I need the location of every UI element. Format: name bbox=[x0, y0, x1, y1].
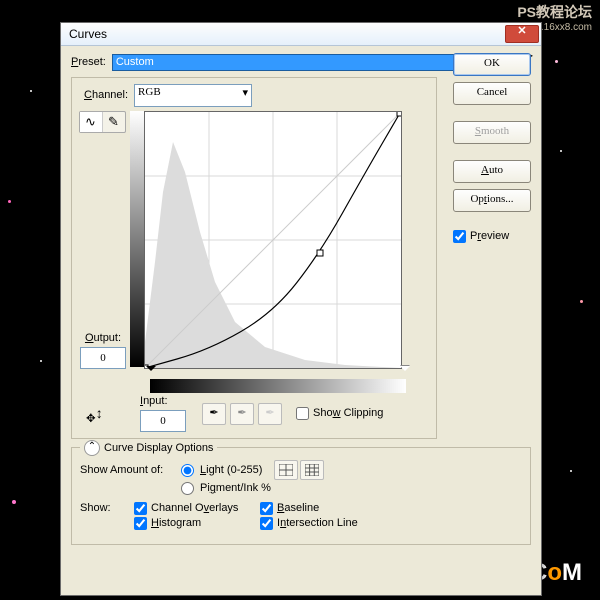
curve-panel: Channel: RGB▾ ∿ ✎ Output: bbox=[71, 77, 437, 439]
output-label: Output: bbox=[85, 332, 121, 345]
input-label: Input: bbox=[140, 395, 186, 408]
ok-button[interactable]: OK bbox=[453, 53, 531, 76]
curves-graph[interactable] bbox=[144, 111, 402, 369]
target-adjust-icon[interactable]: ✥↕ bbox=[86, 405, 104, 423]
channel-dropdown[interactable]: RGB▾ bbox=[134, 84, 252, 107]
curve-handle[interactable] bbox=[397, 112, 401, 116]
show-label: Show: bbox=[80, 502, 128, 515]
grid-fine-icon[interactable] bbox=[300, 460, 324, 480]
button-column: OK Cancel Smooth Auto Options... Preview bbox=[453, 53, 531, 243]
options-button[interactable]: Options... bbox=[453, 189, 531, 212]
pencil-tool-icon[interactable]: ✎ bbox=[103, 112, 125, 132]
curve-tool-icon[interactable]: ∿ bbox=[80, 112, 103, 132]
curve-display-label: Curve Display Options bbox=[104, 442, 213, 455]
slider-track bbox=[150, 369, 406, 377]
titlebar[interactable]: Curves ✕ bbox=[61, 23, 541, 46]
show-amount-label: Show Amount of: bbox=[80, 464, 175, 477]
output-gradient bbox=[130, 111, 144, 367]
eyedropper-black-icon[interactable]: ✒ bbox=[202, 403, 226, 425]
collapse-icon[interactable]: ⌃ bbox=[84, 440, 100, 456]
eyedropper-white-icon[interactable]: ✒ bbox=[258, 403, 282, 425]
curve-handle[interactable] bbox=[317, 250, 323, 256]
black-point-slider[interactable] bbox=[146, 366, 156, 376]
intersection-checkbox[interactable]: Intersection Line bbox=[260, 517, 358, 530]
input-field[interactable] bbox=[140, 410, 186, 432]
auto-button[interactable]: Auto bbox=[453, 160, 531, 183]
grid-coarse-icon[interactable] bbox=[274, 460, 298, 480]
baseline-checkbox[interactable]: Baseline bbox=[260, 502, 319, 515]
cancel-button[interactable]: Cancel bbox=[453, 82, 531, 105]
channel-overlays-checkbox[interactable]: Channel Overlays bbox=[134, 502, 254, 515]
channel-label: Channel: bbox=[84, 89, 128, 102]
input-gradient bbox=[150, 379, 406, 393]
preset-dropdown[interactable]: Custom▾ bbox=[112, 54, 509, 71]
curve-display-options: ⌃ Curve Display Options Show Amount of: … bbox=[71, 447, 531, 545]
smooth-button[interactable]: Smooth bbox=[453, 121, 531, 144]
output-field[interactable] bbox=[80, 347, 126, 369]
curve-tool-group: ∿ ✎ bbox=[79, 111, 126, 133]
preview-checkbox[interactable]: Preview bbox=[453, 230, 531, 243]
light-radio[interactable]: Light (0-255) bbox=[181, 464, 262, 477]
curves-dialog: Curves ✕ Preset: Custom▾ Channel: RGB▾ ∿… bbox=[60, 22, 542, 596]
watermark-text: PS教程论坛 bbox=[517, 4, 592, 21]
eyedropper-gray-icon[interactable]: ✒ bbox=[230, 403, 254, 425]
close-button[interactable]: ✕ bbox=[505, 25, 539, 43]
dialog-title: Curves bbox=[69, 27, 505, 41]
pigment-radio[interactable]: Pigment/Ink % bbox=[181, 482, 271, 495]
histogram-checkbox[interactable]: Histogram bbox=[134, 517, 254, 530]
show-clipping-checkbox[interactable]: Show Clipping bbox=[296, 407, 383, 420]
preset-label: Preset: bbox=[71, 56, 106, 69]
white-point-slider[interactable] bbox=[400, 366, 410, 376]
